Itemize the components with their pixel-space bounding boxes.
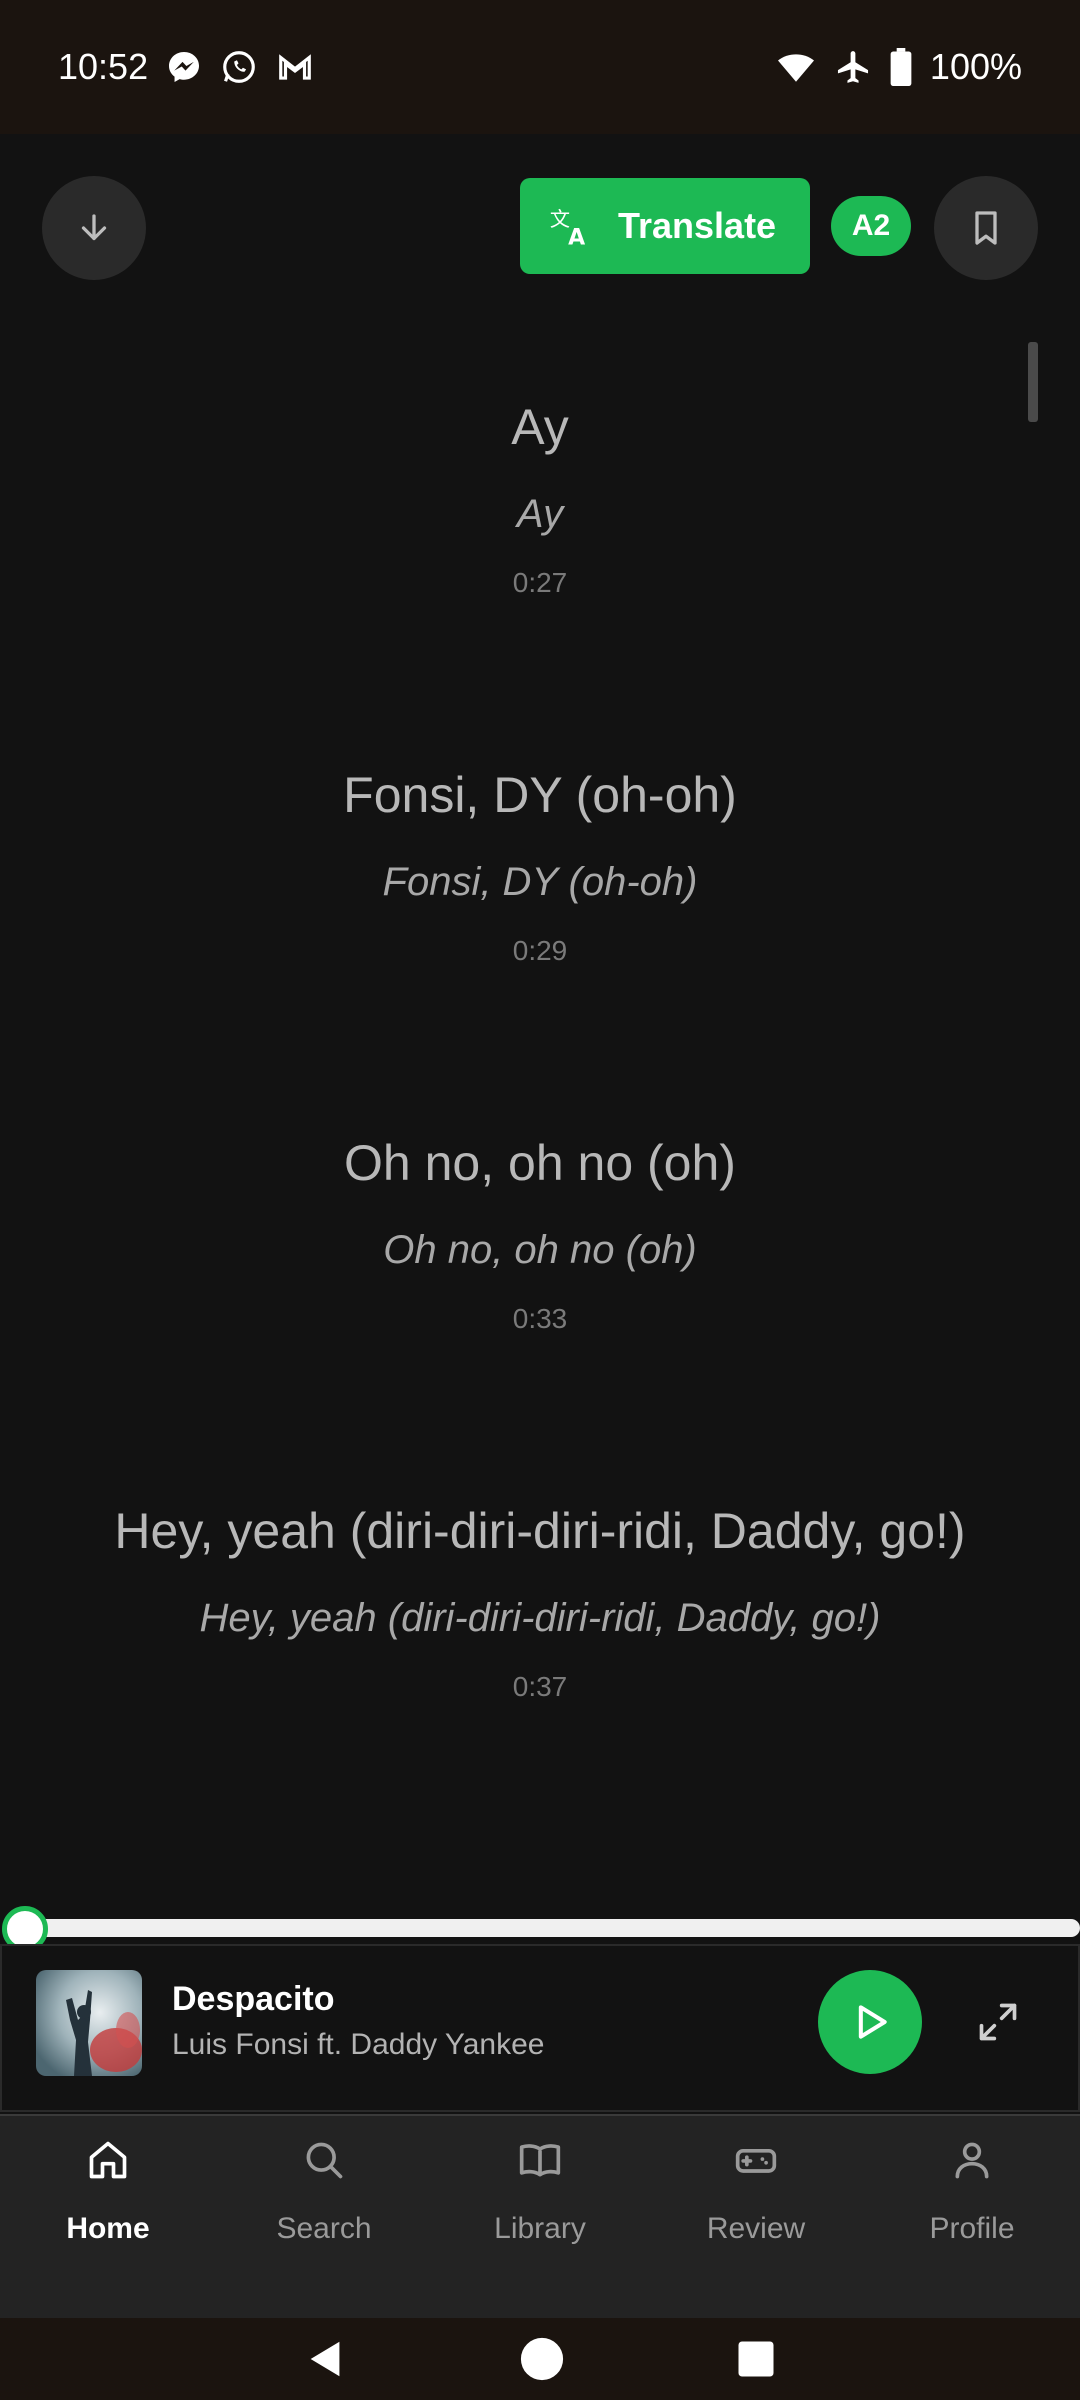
expand-button[interactable] xyxy=(968,1992,1028,2052)
lyric-timestamp: 0:37 xyxy=(512,1671,568,1702)
back-icon[interactable] xyxy=(303,2336,349,2382)
bookmark-button[interactable] xyxy=(934,176,1038,280)
nav-item-search[interactable]: Search xyxy=(216,2116,432,2318)
messenger-icon xyxy=(166,49,202,85)
gmail-icon xyxy=(276,48,314,86)
collapse-button[interactable] xyxy=(42,176,146,280)
track-title: Despacito xyxy=(172,1980,335,2018)
mini-player[interactable]: Despacito Luis Fonsi ft. Daddy Yankee xyxy=(0,1944,1080,2112)
status-left: 10:52 xyxy=(58,46,314,88)
lyric-translation: Oh no, oh no (oh) xyxy=(383,1228,697,1272)
nav-item-home[interactable]: Home xyxy=(0,2116,216,2318)
lyric-translation: Fonsi, DY (oh-oh) xyxy=(382,860,698,904)
lyric-original: Hey, yeah (diri-diri-diri-ridi, Daddy, g… xyxy=(114,1503,966,1559)
lyric-original: Fonsi, DY (oh-oh) xyxy=(343,767,737,823)
nav-label: Review xyxy=(706,2212,806,2245)
bottom-nav: Home Search Library Review Profile xyxy=(0,2114,1080,2318)
airplane-icon xyxy=(834,48,872,86)
lyrics-list[interactable]: Ay Ay 0:27 Fonsi, DY (oh-oh) Fonsi, DY (… xyxy=(0,318,1080,1918)
lyric-line[interactable]: Fonsi, DY (oh-oh) Fonsi, DY (oh-oh) 0:29 xyxy=(0,766,1080,967)
lyric-original: Oh no, oh no (oh) xyxy=(344,1135,736,1191)
clock: 10:52 xyxy=(58,46,149,87)
nav-label: Profile xyxy=(929,2212,1015,2245)
lyric-timestamp: 0:29 xyxy=(512,935,568,966)
nav-item-profile[interactable]: Profile xyxy=(864,2116,1080,2318)
svg-text:文: 文 xyxy=(550,207,570,231)
battery-percentage: 100% xyxy=(929,46,1022,87)
svg-text:A: A xyxy=(568,225,585,248)
lyric-line[interactable]: Oh no, oh no (oh) Oh no, oh no (oh) 0:33 xyxy=(0,1134,1080,1335)
battery-icon xyxy=(890,48,912,86)
home-circle-icon[interactable] xyxy=(519,2336,565,2382)
nav-item-library[interactable]: Library xyxy=(432,2116,648,2318)
bookmark-icon xyxy=(968,208,1004,248)
lyric-line[interactable]: Ay Ay 0:27 xyxy=(0,398,1080,599)
wifi-icon xyxy=(776,49,816,85)
nav-label: Library xyxy=(494,2212,586,2245)
lyric-timestamp: 0:33 xyxy=(512,1303,568,1334)
search-icon xyxy=(302,2138,346,2182)
lyric-timestamp: 0:27 xyxy=(512,567,568,598)
whatsapp-icon xyxy=(220,48,258,86)
nav-label: Home xyxy=(66,2212,150,2245)
progress-bar[interactable] xyxy=(26,1919,1080,1937)
level-badge[interactable]: A2 xyxy=(831,196,911,256)
track-artist: Luis Fonsi ft. Daddy Yankee xyxy=(172,2028,545,2061)
home-icon xyxy=(86,2138,130,2182)
nav-label: Search xyxy=(276,2212,372,2245)
play-button[interactable] xyxy=(818,1970,922,2074)
lyric-translation: Hey, yeah (diri-diri-diri-ridi, Daddy, g… xyxy=(199,1596,881,1640)
translate-icon: 文 A xyxy=(548,204,592,248)
translate-button[interactable]: 文 A Translate xyxy=(520,178,810,274)
lyric-line[interactable]: Hey, yeah (diri-diri-diri-ridi, Daddy, g… xyxy=(0,1502,1080,1703)
status-bar: 10:52 100% xyxy=(0,0,1080,134)
arrow-down-icon xyxy=(76,210,112,246)
lyrics-header: 文 A Translate A2 xyxy=(0,134,1080,318)
expand-icon xyxy=(976,2000,1020,2044)
system-nav-bar xyxy=(0,2318,1080,2400)
nav-item-review[interactable]: Review xyxy=(648,2116,864,2318)
lyric-translation: Ay xyxy=(516,492,564,536)
gamepad-icon xyxy=(734,2138,778,2182)
play-icon xyxy=(848,2000,892,2044)
person-icon xyxy=(950,2138,994,2182)
recents-icon[interactable] xyxy=(735,2338,777,2380)
book-icon xyxy=(518,2138,562,2182)
lyric-original: Ay xyxy=(511,399,569,455)
status-right: 100% xyxy=(776,46,1022,88)
album-art xyxy=(36,1970,142,2076)
translate-label: Translate xyxy=(618,205,777,246)
